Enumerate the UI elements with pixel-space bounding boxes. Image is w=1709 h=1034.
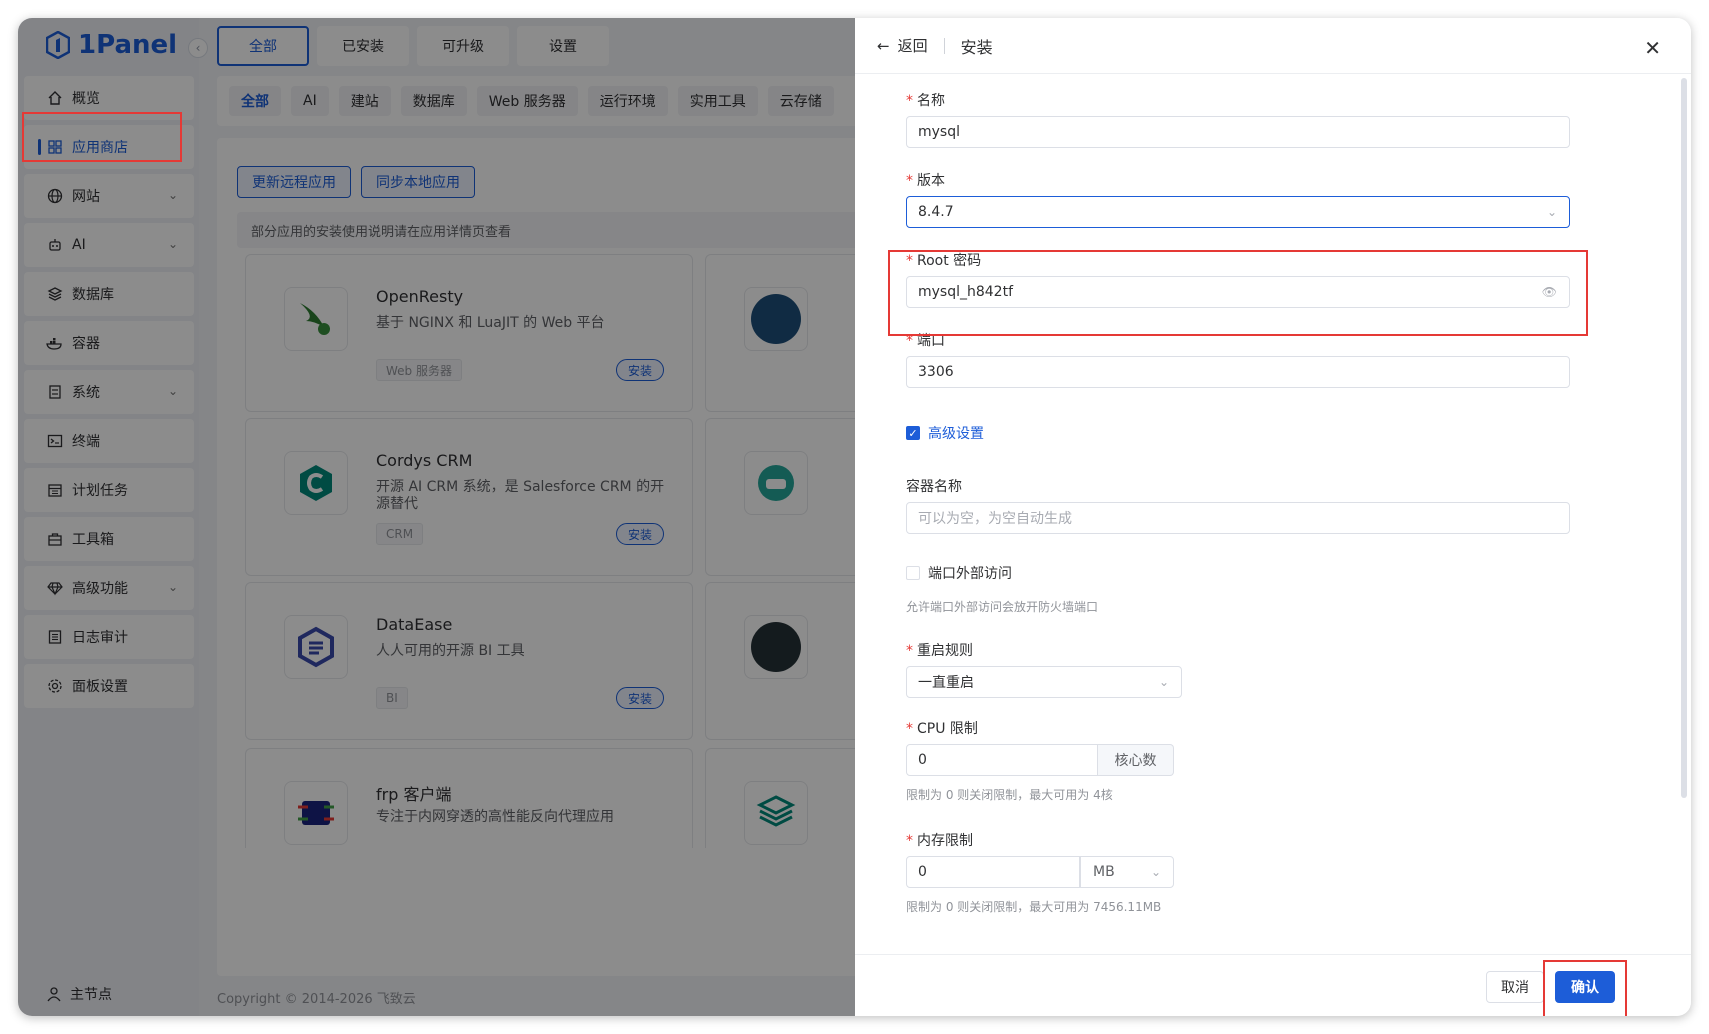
back-button[interactable]: ← 返回: [877, 35, 928, 56]
memory-limit-input[interactable]: 0: [906, 856, 1080, 888]
highlight-root-password: [888, 250, 1588, 336]
cpu-unit: 核心数: [1098, 744, 1174, 776]
chevron-down-icon: ⌄: [1150, 865, 1161, 879]
cpu-limit-hint: 限制为 0 则关闭限制，最大可用为 4核: [906, 788, 1113, 802]
advanced-settings-checkbox[interactable]: ✓ 高级设置: [906, 423, 984, 443]
version-select[interactable]: 8.4.7 ⌄: [906, 196, 1570, 228]
version-label: * 版本: [906, 173, 945, 189]
port-external-hint: 允许端口外部访问会放开防火墙端口: [906, 600, 1099, 614]
arrow-left-icon: ←: [877, 36, 890, 55]
chevron-down-icon: ⌄: [1158, 675, 1169, 689]
modal-overlay[interactable]: [18, 18, 855, 1016]
name-input[interactable]: mysql: [906, 116, 1570, 148]
drawer-header: ← 返回 安装: [855, 18, 1691, 74]
highlight-confirm: [1543, 960, 1627, 1016]
drawer-title: 安装: [960, 37, 993, 57]
header-divider: [943, 37, 945, 54]
advanced-settings-label: 高级设置: [928, 426, 984, 442]
install-drawer: ← 返回 安装 ✕ * 名称 mysql * 版本 8.4.7 ⌄ * Root 密码 …: [855, 18, 1691, 1016]
name-label: * 名称: [906, 93, 945, 109]
restart-policy-label: * 重启规则: [906, 643, 973, 659]
back-label: 返回: [897, 37, 928, 55]
memory-limit-label: * 内存限制: [906, 833, 973, 849]
app-window: 1Panel ‹ 概览 应用商店 网站 ⌄ AI ⌄ 数据库 容器 系统 ⌄ 终…: [18, 18, 1691, 1016]
cancel-button[interactable]: 取消: [1486, 971, 1544, 1003]
container-name-input[interactable]: 可以为空，为空自动生成: [906, 502, 1570, 534]
checkbox-checked-icon: ✓: [906, 426, 920, 440]
port-external-checkbox[interactable]: 端口外部访问: [906, 563, 1012, 583]
chevron-down-icon: ⌄: [1546, 205, 1557, 219]
port-input[interactable]: 3306: [906, 356, 1570, 388]
memory-limit-hint: 限制为 0 则关闭限制，最大可用为 7456.11MB: [906, 900, 1162, 914]
close-icon[interactable]: ✕: [1644, 36, 1661, 60]
cpu-limit-label: * CPU 限制: [906, 721, 978, 737]
restart-policy-select[interactable]: 一直重启 ⌄: [906, 666, 1182, 698]
container-name-label: 容器名称: [906, 479, 962, 495]
highlight-app-store: [22, 112, 182, 162]
checkbox-unchecked-icon: [906, 566, 920, 580]
cpu-limit-input[interactable]: 0: [906, 744, 1098, 776]
drawer-scrollbar[interactable]: [1681, 78, 1687, 798]
memory-unit-select[interactable]: MB ⌄: [1080, 856, 1174, 888]
port-external-label: 端口外部访问: [928, 566, 1012, 582]
